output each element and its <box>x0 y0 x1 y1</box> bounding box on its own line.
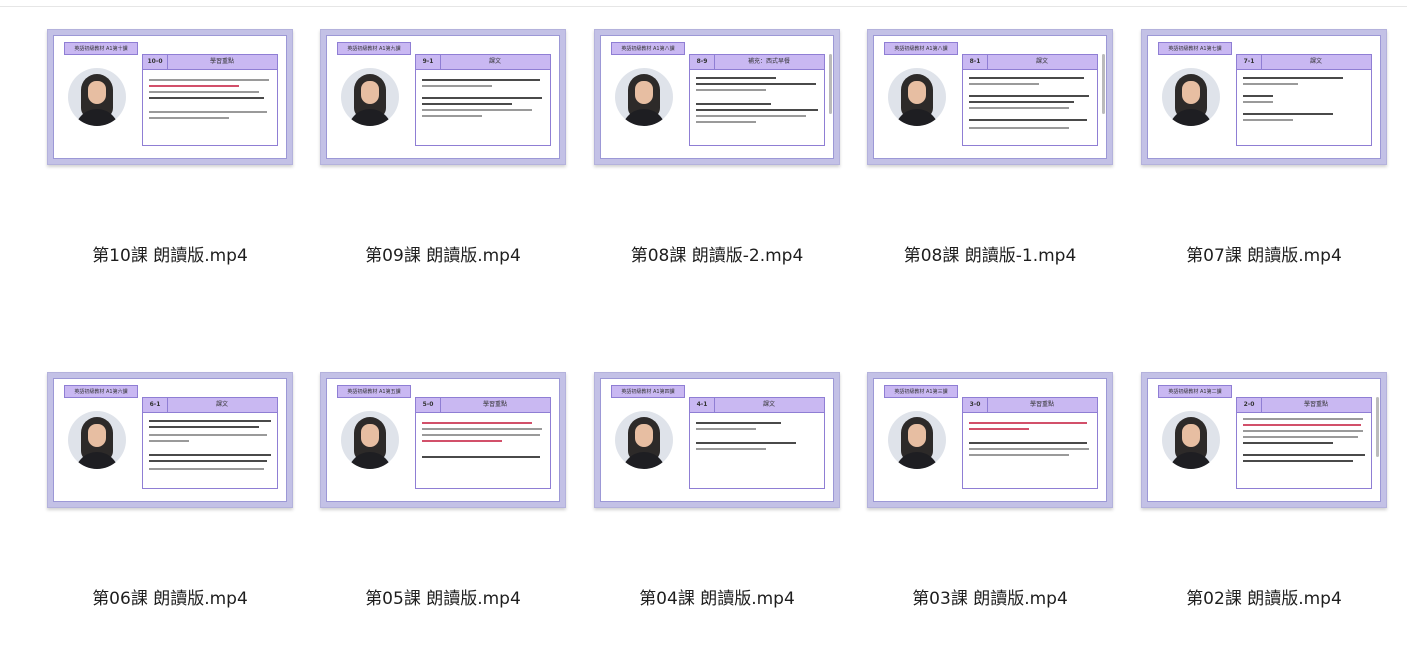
lesson-title: 學習重點 <box>209 58 234 65</box>
file-name[interactable]: 第08課 朗讀版-2.mp4 <box>594 241 840 266</box>
video-thumbnail[interactable]: 英語初級教材 A1第七課 7-1 課文 <box>1141 29 1387 165</box>
lesson-panel: 9-1 課文 <box>415 54 551 146</box>
presenter-avatar <box>68 411 126 469</box>
file-name[interactable]: 第07課 朗讀版.mp4 <box>1141 241 1387 266</box>
file-tile[interactable]: 英語初級教材 A1第三課 3-0 學習重點 第03課 朗讀版.mp4 <box>867 372 1117 672</box>
file-name[interactable]: 第03課 朗讀版.mp4 <box>867 584 1113 609</box>
file-tile[interactable]: 英語初級教材 A1第五課 5-0 學習重點 第05課 朗讀版.mp4 <box>320 372 570 672</box>
lesson-title: 課文 <box>1035 58 1048 65</box>
series-tag: 英語初級教材 A1第五課 <box>337 385 411 398</box>
file-name[interactable]: 第08課 朗讀版-1.mp4 <box>867 241 1113 266</box>
file-grid: 英語初級教材 A1第十課 10-0 學習重點 第10課 朗讀版.mp4 英語初級… <box>0 0 1407 637</box>
lesson-title: 學習重點 <box>1029 401 1054 408</box>
file-name[interactable]: 第05課 朗讀版.mp4 <box>320 584 566 609</box>
series-tag: 英語初級教材 A1第二課 <box>1158 385 1232 398</box>
presenter-avatar <box>615 68 673 126</box>
series-tag: 英語初級教材 A1第六課 <box>64 385 138 398</box>
series-tag: 英語初級教材 A1第八課 <box>611 42 685 55</box>
scrollbar <box>1102 54 1105 114</box>
lesson-code: 7-1 <box>1237 55 1262 69</box>
lesson-code: 6-1 <box>143 398 168 412</box>
file-name[interactable]: 第02課 朗讀版.mp4 <box>1141 584 1387 609</box>
series-tag: 英語初級教材 A1第七課 <box>1158 42 1232 55</box>
lesson-code: 4-1 <box>690 398 715 412</box>
file-tile[interactable]: 英語初級教材 A1第八課 8-1 課文 第08課 朗讀版-1.mp4 <box>867 29 1117 329</box>
video-thumbnail[interactable]: 英語初級教材 A1第八課 8-1 課文 <box>867 29 1113 165</box>
lesson-panel: 10-0 學習重點 <box>142 54 278 146</box>
video-thumbnail[interactable]: 英語初級教材 A1第九課 9-1 課文 <box>320 29 566 165</box>
lesson-code: 5-0 <box>416 398 441 412</box>
lesson-title: 學習重點 <box>1303 401 1328 408</box>
presenter-avatar <box>615 411 673 469</box>
lesson-panel: 7-1 課文 <box>1236 54 1372 146</box>
lesson-panel: 8-1 課文 <box>962 54 1098 146</box>
presenter-avatar <box>341 411 399 469</box>
presenter-avatar <box>888 68 946 126</box>
lesson-title: 課文 <box>1309 58 1322 65</box>
video-thumbnail[interactable]: 英語初級教材 A1第十課 10-0 學習重點 <box>47 29 293 165</box>
video-thumbnail[interactable]: 英語初級教材 A1第二課 2-0 學習重點 <box>1141 372 1387 508</box>
series-tag: 英語初級教材 A1第八課 <box>884 42 958 55</box>
series-tag: 英語初級教材 A1第四課 <box>611 385 685 398</box>
lesson-panel: 4-1 課文 <box>689 397 825 489</box>
presenter-avatar <box>341 68 399 126</box>
lesson-title: 課文 <box>215 401 228 408</box>
lesson-code: 9-1 <box>416 55 441 69</box>
presenter-avatar <box>1162 411 1220 469</box>
file-tile[interactable]: 英語初級教材 A1第六課 6-1 課文 第06課 朗讀版.mp4 <box>47 372 297 672</box>
lesson-title: 補充：西式早餐 <box>747 58 790 65</box>
scrollbar <box>829 54 832 114</box>
file-tile[interactable]: 英語初級教材 A1第八課 8-9 補充：西式早餐 第08課 朗讀版-2.mp4 <box>594 29 844 329</box>
lesson-code: 8-9 <box>690 55 715 69</box>
video-thumbnail[interactable]: 英語初級教材 A1第四課 4-1 課文 <box>594 372 840 508</box>
lesson-panel: 3-0 學習重點 <box>962 397 1098 489</box>
video-thumbnail[interactable]: 英語初級教材 A1第五課 5-0 學習重點 <box>320 372 566 508</box>
file-name[interactable]: 第10課 朗讀版.mp4 <box>47 241 293 266</box>
file-name[interactable]: 第09課 朗讀版.mp4 <box>320 241 566 266</box>
series-tag: 英語初級教材 A1第十課 <box>64 42 138 55</box>
file-tile[interactable]: 英語初級教材 A1第二課 2-0 學習重點 第02課 朗讀版.mp4 <box>1141 372 1391 672</box>
presenter-avatar <box>1162 68 1220 126</box>
file-tile[interactable]: 英語初級教材 A1第四課 4-1 課文 第04課 朗讀版.mp4 <box>594 372 844 672</box>
video-thumbnail[interactable]: 英語初級教材 A1第三課 3-0 學習重點 <box>867 372 1113 508</box>
video-thumbnail[interactable]: 英語初級教材 A1第八課 8-9 補充：西式早餐 <box>594 29 840 165</box>
file-tile[interactable]: 英語初級教材 A1第九課 9-1 課文 第09課 朗讀版.mp4 <box>320 29 570 329</box>
lesson-code: 8-1 <box>963 55 988 69</box>
file-tile[interactable]: 英語初級教材 A1第七課 7-1 課文 第07課 朗讀版.mp4 <box>1141 29 1391 329</box>
presenter-avatar <box>888 411 946 469</box>
series-tag: 英語初級教材 A1第九課 <box>337 42 411 55</box>
lesson-panel: 5-0 學習重點 <box>415 397 551 489</box>
file-tile[interactable]: 英語初級教材 A1第十課 10-0 學習重點 第10課 朗讀版.mp4 <box>47 29 297 329</box>
presenter-avatar <box>68 68 126 126</box>
lesson-title: 課文 <box>488 58 501 65</box>
scrollbar <box>1376 397 1379 457</box>
video-thumbnail[interactable]: 英語初級教材 A1第六課 6-1 課文 <box>47 372 293 508</box>
lesson-code: 2-0 <box>1237 398 1262 412</box>
lesson-code: 3-0 <box>963 398 988 412</box>
lesson-title: 學習重點 <box>482 401 507 408</box>
lesson-panel: 2-0 學習重點 <box>1236 397 1372 489</box>
file-name[interactable]: 第06課 朗讀版.mp4 <box>47 584 293 609</box>
file-name[interactable]: 第04課 朗讀版.mp4 <box>594 584 840 609</box>
lesson-panel: 6-1 課文 <box>142 397 278 489</box>
lesson-code: 10-0 <box>143 55 168 69</box>
lesson-title: 課文 <box>762 401 775 408</box>
lesson-panel: 8-9 補充：西式早餐 <box>689 54 825 146</box>
series-tag: 英語初級教材 A1第三課 <box>884 385 958 398</box>
